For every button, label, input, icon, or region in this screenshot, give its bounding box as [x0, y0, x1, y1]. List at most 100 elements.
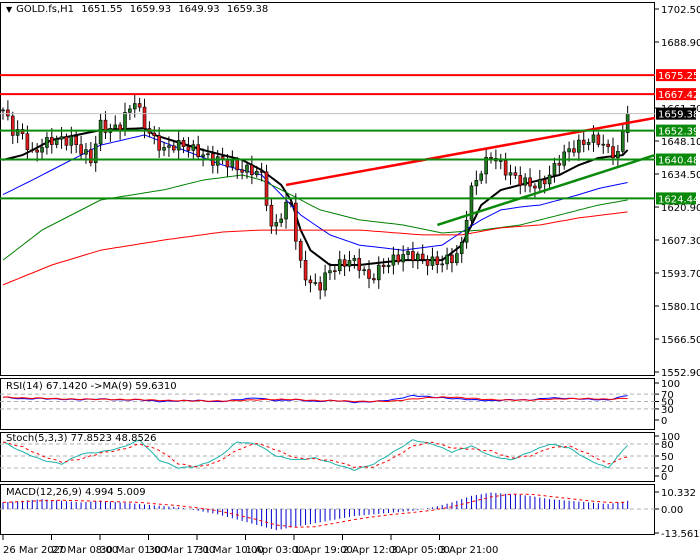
- candle-body: [523, 177, 527, 186]
- candle-body: [357, 258, 362, 271]
- resistance-trendline: [285, 116, 656, 187]
- candle: [186, 137, 191, 158]
- candle: [89, 141, 93, 167]
- candle: [298, 238, 303, 269]
- candle-body: [596, 134, 601, 145]
- candle: [528, 168, 532, 193]
- candle-body: [128, 108, 132, 113]
- candle-body: [376, 264, 381, 281]
- candle-body: [313, 282, 318, 284]
- candle: [401, 245, 405, 272]
- rsi-title: RSI(14) 67.1420 ->MA(9) 59.6310: [6, 381, 177, 392]
- candle-body: [298, 240, 303, 261]
- candle-body: [411, 251, 415, 261]
- trading-chart[interactable]: 1702.501688.901661.701648.101634.501620.…: [0, 0, 700, 560]
- candle-body: [347, 260, 352, 267]
- candle-body: [318, 282, 323, 291]
- symbol-label: GOLD.fs,H1: [16, 4, 75, 15]
- candle-body: [606, 143, 610, 147]
- candle-body: [352, 258, 357, 261]
- candle: [425, 255, 430, 276]
- candle-body: [435, 256, 440, 265]
- candle: [616, 144, 620, 167]
- candle-body: [401, 254, 405, 263]
- candle: [342, 254, 347, 276]
- candle-body: [89, 149, 93, 164]
- stoch-tick-label: 0: [661, 472, 667, 483]
- candle: [137, 97, 142, 112]
- candle: [147, 121, 152, 138]
- candle: [376, 256, 381, 289]
- candle: [318, 276, 323, 300]
- candle-body: [254, 171, 259, 176]
- dropdown-triangle-icon[interactable]: ▼: [6, 5, 12, 14]
- candle: [518, 166, 523, 195]
- candle-body: [303, 260, 308, 281]
- candle: [479, 170, 484, 184]
- candle-body: [586, 142, 591, 145]
- candle: [347, 250, 352, 272]
- candle-body: [245, 164, 249, 173]
- candle-body: [269, 204, 274, 227]
- candle: [557, 154, 562, 174]
- candle: [176, 130, 181, 160]
- candle: [572, 140, 576, 157]
- candle-body: [235, 159, 240, 171]
- open-value: 1651.55: [81, 4, 123, 15]
- candle: [157, 127, 161, 158]
- level-price-label: 1640.48: [658, 155, 699, 166]
- candle-body: [59, 136, 64, 140]
- candle-body: [25, 133, 30, 150]
- candle-body: [581, 139, 586, 145]
- rsi-tick-label: 100: [661, 379, 680, 390]
- candle: [357, 248, 362, 279]
- candle-body: [552, 163, 557, 176]
- candle: [264, 164, 269, 212]
- candle-body: [230, 159, 235, 168]
- candle: [381, 258, 386, 274]
- candle-body: [450, 254, 454, 264]
- level-price-label: 1675.25: [658, 71, 699, 82]
- candle-body: [240, 169, 244, 173]
- candle-body: [459, 241, 464, 254]
- candle: [611, 137, 615, 166]
- candle-body: [167, 145, 171, 148]
- candle-body: [513, 172, 518, 176]
- candle-body: [479, 173, 484, 181]
- candle-body: [425, 259, 430, 266]
- candle-body: [45, 137, 49, 148]
- candle: [142, 98, 147, 139]
- candle: [503, 152, 508, 181]
- candle-body: [10, 115, 15, 136]
- candle-body: [308, 279, 313, 284]
- candle-body: [176, 140, 181, 151]
- candle-body: [113, 124, 118, 129]
- candle: [323, 264, 327, 297]
- candle: [308, 275, 313, 293]
- candle: [108, 123, 113, 142]
- candle-body: [79, 144, 83, 155]
- candle-body: [40, 147, 44, 153]
- candle-body: [162, 147, 166, 151]
- candle-body: [333, 270, 337, 273]
- level-price-label: 1624.44: [658, 194, 699, 205]
- candle: [372, 273, 376, 284]
- candle: [240, 160, 244, 180]
- candle-body: [557, 163, 562, 166]
- candle-body: [191, 144, 196, 151]
- level-price-label: 1667.42: [658, 90, 699, 101]
- candle-body: [474, 180, 479, 187]
- candle: [581, 130, 586, 153]
- candle-body: [567, 148, 571, 153]
- candle-body: [577, 139, 581, 153]
- price-tick-label: 1634.50: [661, 170, 700, 181]
- candle: [577, 134, 581, 161]
- candle-body: [489, 156, 493, 159]
- candle: [40, 138, 44, 159]
- candle: [274, 214, 279, 235]
- candle-body: [342, 259, 347, 267]
- candle: [362, 266, 366, 276]
- candle-body: [279, 218, 283, 223]
- candle-body: [381, 264, 386, 268]
- macd-tick-label: -13.561: [661, 529, 700, 540]
